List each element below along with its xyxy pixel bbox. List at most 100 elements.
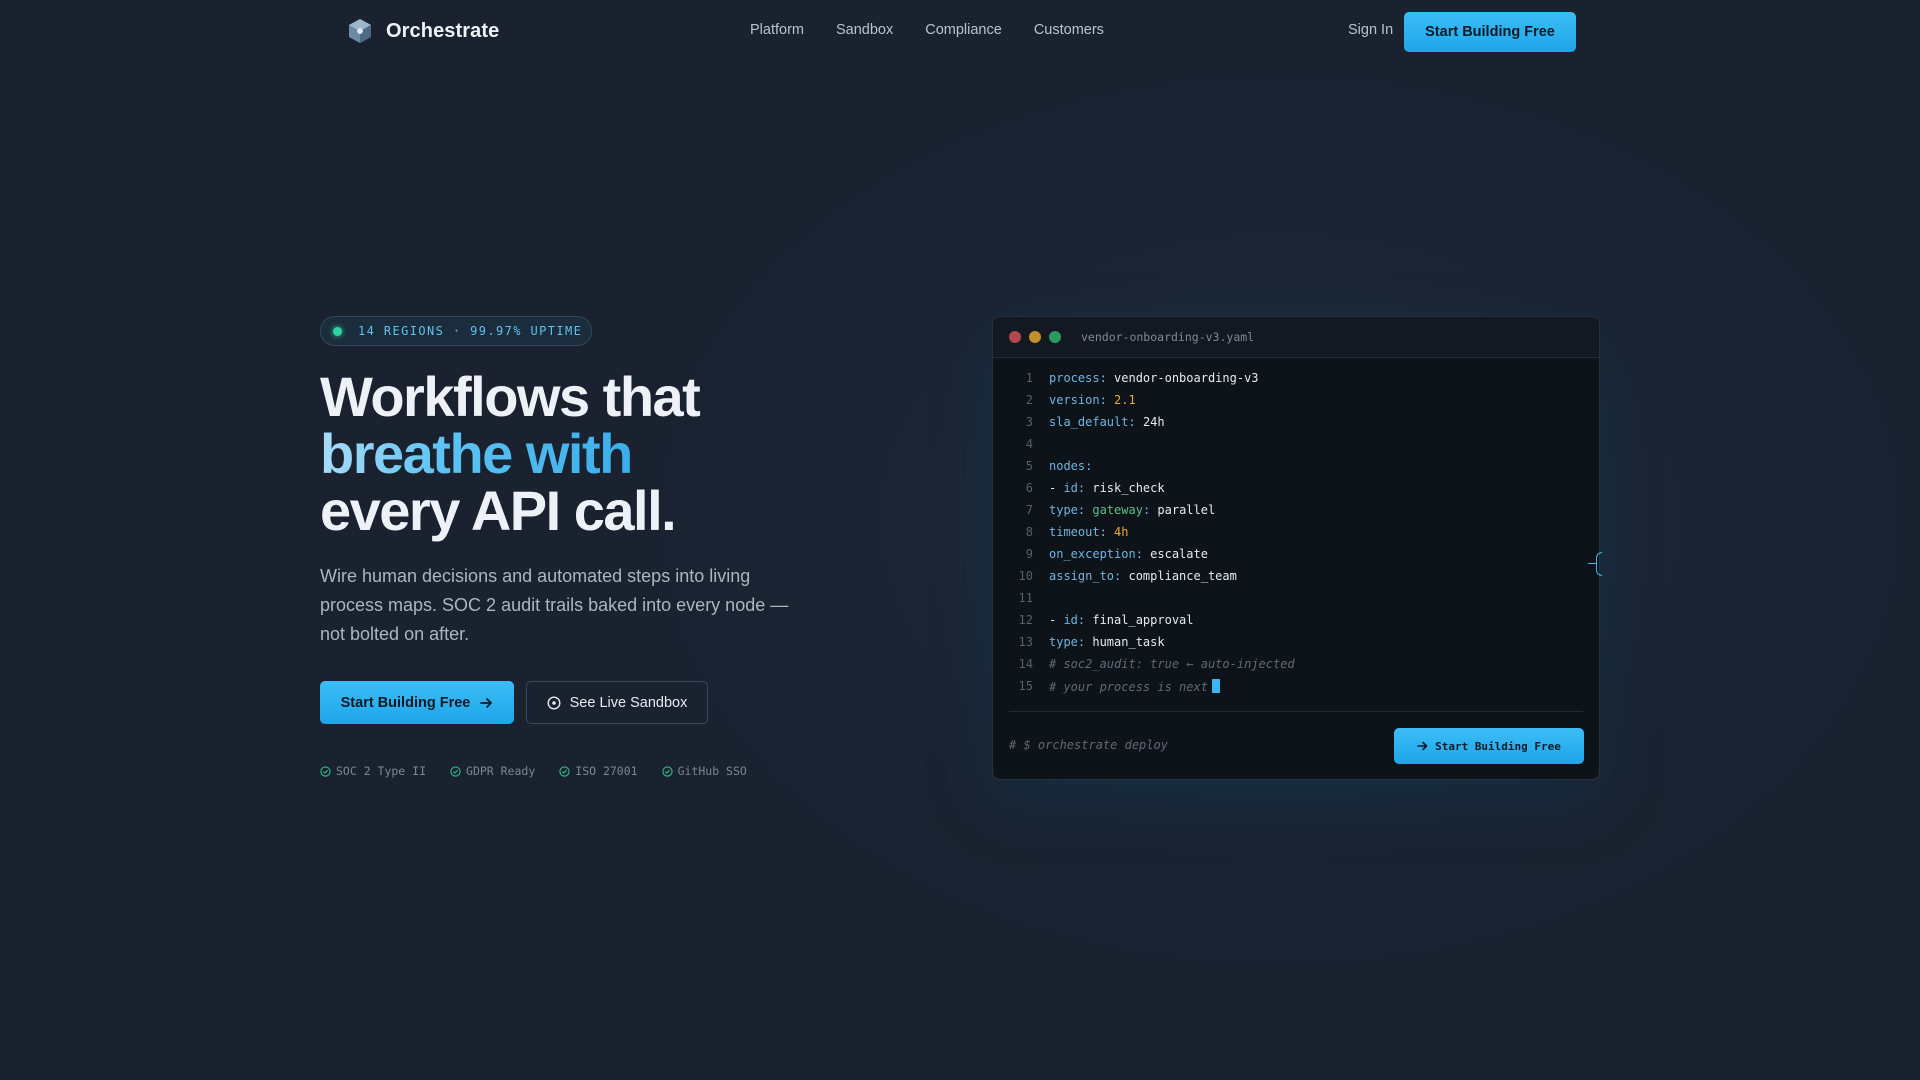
code-line: 11 <box>993 587 1599 609</box>
start-building-label: Start Building Free <box>340 694 471 711</box>
line-number: 10 <box>1018 569 1033 583</box>
nav-links: Platform Sandbox Compliance Customers <box>750 22 1104 38</box>
status-badge: 14 REGIONS · 99.97% UPTIME <box>320 316 592 346</box>
yaml-key: nodes <box>1049 459 1086 473</box>
top-nav: Orchestrate Platform Sandbox Compliance … <box>0 0 1920 64</box>
yaml-value: final_approval <box>1092 613 1194 627</box>
line-number: 12 <box>1018 613 1033 627</box>
editor-file-name: vendor-onboarding-v3.yaml <box>1081 330 1255 344</box>
editor-title-bar: vendor-onboarding-v3.yaml <box>993 317 1599 358</box>
yaml-key: type <box>1049 635 1078 649</box>
line-number: 13 <box>1018 635 1033 649</box>
code-line: 12- id: final_approval <box>993 609 1599 631</box>
nav-link-platform[interactable]: Platform <box>750 22 804 38</box>
code-line: 1 process: vendor-onboarding-v3 <box>993 367 1599 389</box>
window-close-dot-icon <box>1009 331 1021 343</box>
hero-headline: Workflows that breathe with every API ca… <box>320 368 701 542</box>
connector-line <box>1588 563 1596 564</box>
line-number: 7 <box>1025 503 1033 517</box>
yaml-value: parallel <box>1157 503 1216 517</box>
brand[interactable]: Orchestrate <box>348 18 499 44</box>
arrow-right-icon <box>1417 741 1428 751</box>
line-number: 15 <box>1018 679 1033 693</box>
yaml-value: risk_check <box>1092 481 1165 495</box>
status-dot-icon <box>333 326 342 336</box>
line-number: 3 <box>1025 415 1033 429</box>
see-live-sandbox-label: See Live Sandbox <box>569 694 688 711</box>
code-line: 13 type: human_task <box>993 631 1599 653</box>
yaml-key: id <box>1063 481 1078 495</box>
code-line: 5 nodes: <box>993 455 1599 477</box>
yaml-value: 24h <box>1142 415 1165 429</box>
headline-line-2: breathe with <box>320 422 633 485</box>
code-line: 15 # your process is next <box>993 675 1599 697</box>
connector-node-icon <box>1596 552 1602 576</box>
arrow-right-icon <box>480 697 493 708</box>
trust-list: SOC 2 Type II GDPR Ready ISO 27001 GitHu… <box>320 764 747 778</box>
yaml-comment: # your process is next <box>1049 679 1208 694</box>
editor-start-building-label: Start Building Free <box>1435 739 1561 753</box>
code-line: 14 # soc2_audit: true ← auto-injected <box>993 653 1599 675</box>
yaml-key: version <box>1049 393 1100 407</box>
editor-start-building-button[interactable]: Start Building Free <box>1394 728 1584 764</box>
trust-label: SOC 2 Type II <box>336 764 427 778</box>
yaml-key: on_exception <box>1049 547 1136 561</box>
line-number: 2 <box>1025 393 1033 407</box>
nav-start-building-button[interactable]: Start Building Free <box>1404 12 1576 52</box>
start-building-button[interactable]: Start Building Free <box>320 681 514 724</box>
trust-label: ISO 27001 <box>575 764 638 778</box>
line-number: 14 <box>1018 657 1033 671</box>
code-line: 7 type: gateway: parallel <box>993 499 1599 521</box>
yaml-key: timeout <box>1049 525 1100 539</box>
line-number: 6 <box>1025 481 1033 495</box>
line-number: 4 <box>1025 437 1033 451</box>
check-circle-icon <box>559 765 570 777</box>
yaml-key: process <box>1049 371 1100 385</box>
code-line: 6- id: risk_check <box>993 477 1599 499</box>
headline-line-3: every API call. <box>320 479 677 542</box>
yaml-comment: # soc2_audit: true ← auto-injected <box>1049 657 1295 671</box>
yaml-key: sla_default <box>1049 415 1129 429</box>
yaml-value: escalate <box>1150 547 1208 561</box>
yaml-key: assign_to <box>1049 569 1115 583</box>
trust-item-github-sso: GitHub SSO <box>661 764 747 778</box>
see-live-sandbox-button[interactable]: See Live Sandbox <box>526 681 708 724</box>
code-line: 3 sla_default: 24h <box>993 411 1599 433</box>
nav-link-sandbox[interactable]: Sandbox <box>836 22 893 38</box>
code-line: 9 on_exception: escalate <box>993 543 1599 565</box>
check-circle-icon <box>661 765 673 777</box>
line-number: 1 <box>1025 371 1033 385</box>
window-maximize-dot-icon <box>1049 331 1061 343</box>
window-minimize-dot-icon <box>1029 331 1041 343</box>
yaml-value: 2.1 <box>1114 393 1136 407</box>
code-line: 2 version: 2.1 <box>993 389 1599 411</box>
line-number: 5 <box>1025 459 1033 473</box>
play-circle-icon <box>547 695 561 710</box>
yaml-value: vendor-onboarding-v3 <box>1114 371 1259 385</box>
yaml-value: 4h <box>1114 525 1129 539</box>
nav-link-customers[interactable]: Customers <box>1034 22 1104 38</box>
trust-item-iso: ISO 27001 <box>559 764 638 778</box>
code-line: 4 <box>993 433 1599 455</box>
trust-item-soc2: SOC 2 Type II <box>320 764 426 778</box>
trust-label: GitHub SSO <box>677 764 747 778</box>
nav-link-compliance[interactable]: Compliance <box>925 22 1002 38</box>
sign-in-link[interactable]: Sign In <box>1348 22 1393 38</box>
trust-item-gdpr: GDPR Ready <box>450 764 535 778</box>
code-body[interactable]: 1 process: vendor-onboarding-v3 2 version:… <box>993 358 1599 697</box>
yaml-value: compliance_team <box>1128 569 1237 583</box>
line-number: 11 <box>1018 591 1033 605</box>
yaml-key: type <box>1049 503 1078 517</box>
line-number: 9 <box>1025 547 1033 561</box>
yaml-key: gateway <box>1092 503 1143 517</box>
code-line: 10 assign_to: compliance_team <box>993 565 1599 587</box>
check-circle-icon <box>450 765 461 777</box>
line-number: 8 <box>1025 525 1033 539</box>
deploy-command-hint: # $ orchestrate deploy <box>1009 738 1168 752</box>
hero-subtext: Wire human decisions and automated steps… <box>320 566 789 644</box>
status-badge-text: 14 REGIONS · 99.97% UPTIME <box>358 324 583 338</box>
check-circle-icon <box>320 765 331 777</box>
yaml-key: id <box>1063 613 1078 627</box>
code-editor-panel: vendor-onboarding-v3.yaml 1 process: vend… <box>992 316 1600 780</box>
brand-name: Orchestrate <box>386 19 500 42</box>
